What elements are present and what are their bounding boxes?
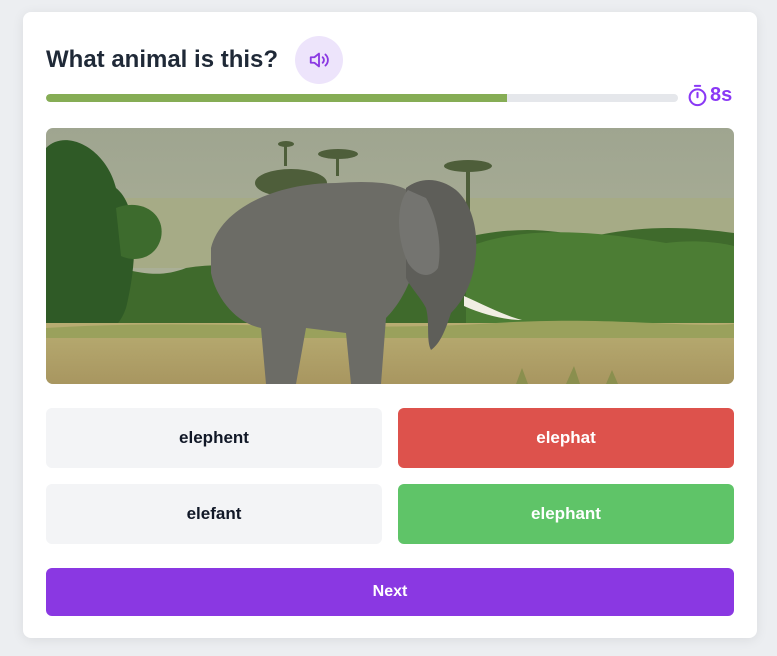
- animal-photo: [46, 128, 734, 384]
- question-title: What animal is this?: [46, 46, 279, 73]
- progress-bar: [46, 94, 678, 102]
- progress-row: 8s: [46, 84, 736, 114]
- play-audio-button[interactable]: [295, 36, 344, 84]
- progress-fill: [46, 94, 508, 102]
- option-elephant[interactable]: elephant: [398, 484, 734, 544]
- answer-options: elephent elephat elefant elephant: [46, 408, 734, 544]
- quiz-card: What animal is this? 8s elephent elephat…: [23, 12, 757, 638]
- quiz-header: What animal is this?: [46, 36, 344, 84]
- option-elefant[interactable]: elefant: [46, 484, 382, 544]
- timer-text: 8s: [710, 84, 733, 106]
- option-elephat[interactable]: elephat: [398, 408, 734, 468]
- speaker-icon: [309, 52, 329, 68]
- stopwatch-icon: [688, 84, 707, 107]
- option-elephent[interactable]: elephent: [46, 408, 382, 468]
- timer: 8s: [687, 84, 732, 107]
- next-button[interactable]: Next: [46, 568, 734, 616]
